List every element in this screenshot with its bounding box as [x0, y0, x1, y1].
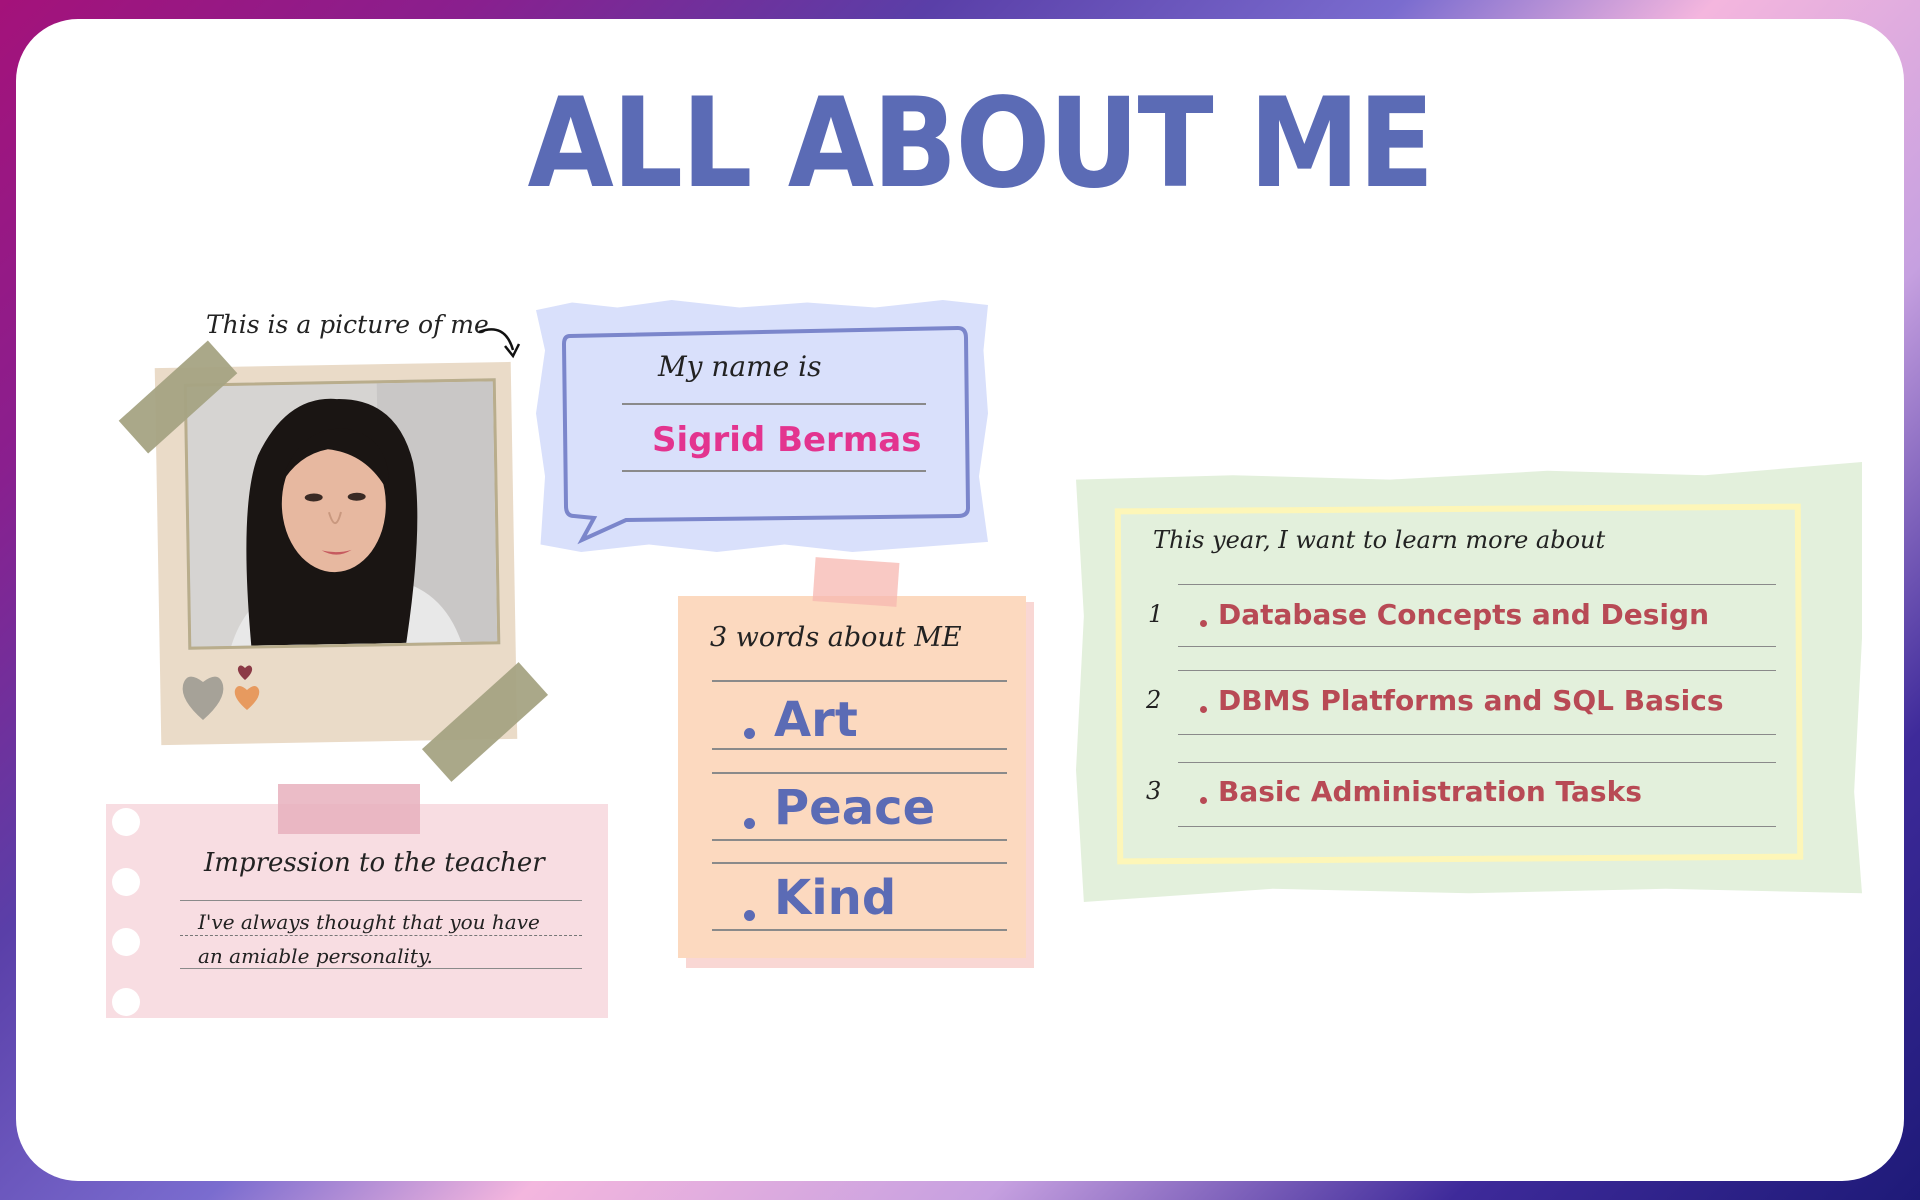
- portrait-photo-icon: [186, 381, 498, 647]
- name-value: Sigrid Bermas: [652, 420, 922, 460]
- bullet-icon: [1200, 706, 1207, 713]
- word-3: Kind: [774, 870, 897, 926]
- words-rule-1: [712, 680, 1007, 682]
- hearts-icon: [182, 665, 260, 720]
- learn-number-1: 1: [1148, 600, 1164, 628]
- impression-rule-2: [180, 968, 582, 969]
- learn-number-3: 3: [1146, 777, 1162, 805]
- impression-text-line2: an amiable personality.: [198, 944, 433, 968]
- word-1: Art: [774, 692, 858, 748]
- learn-item-1: Database Concepts and Design: [1218, 598, 1709, 631]
- learn-rule-2: [1178, 646, 1776, 647]
- bullet-icon: [1200, 797, 1207, 804]
- photo-portrait: [183, 378, 501, 650]
- learn-number-2: 2: [1146, 686, 1162, 714]
- name-rule-top: [622, 403, 926, 405]
- photo-caption: This is a picture of me: [206, 310, 489, 339]
- learn-rule-1: [1178, 584, 1776, 585]
- words-rule-3: [712, 772, 1007, 774]
- words-rule-4: [712, 839, 1007, 841]
- curved-arrow-icon: [478, 328, 521, 359]
- bullet-icon: [744, 728, 755, 739]
- binder-hole-icon: [112, 988, 140, 1016]
- word-2: Peace: [774, 780, 936, 836]
- name-label: My name is: [658, 350, 822, 383]
- impression-label: Impression to the teacher: [204, 848, 545, 878]
- bullet-icon: [744, 910, 755, 921]
- words-label: 3 words about ME: [710, 622, 962, 653]
- impression-dash-1: [180, 935, 582, 936]
- words-tape: [812, 557, 900, 607]
- words-rule-5: [712, 862, 1007, 864]
- page-title: ALL ABOUT ME: [527, 72, 1434, 216]
- bullet-icon: [1200, 620, 1207, 627]
- learn-item-2: DBMS Platforms and SQL Basics: [1218, 684, 1724, 717]
- binder-hole-icon: [112, 808, 140, 836]
- learn-rule-6: [1178, 826, 1776, 827]
- binder-hole-icon: [112, 928, 140, 956]
- learn-item-3: Basic Administration Tasks: [1218, 775, 1642, 808]
- impression-rule-1: [180, 900, 582, 901]
- impression-tape: [278, 784, 420, 834]
- learn-rule-5: [1178, 762, 1776, 763]
- words-rule-6: [712, 929, 1007, 931]
- binder-hole-icon: [112, 868, 140, 896]
- impression-text-line1: I've always thought that you have: [198, 910, 540, 934]
- learn-rule-3: [1178, 670, 1776, 671]
- bullet-icon: [744, 818, 755, 829]
- name-rule-bottom: [622, 470, 926, 472]
- learn-label: This year, I want to learn more about: [1153, 526, 1606, 554]
- learn-rule-4: [1178, 734, 1776, 735]
- words-rule-2: [712, 748, 1007, 750]
